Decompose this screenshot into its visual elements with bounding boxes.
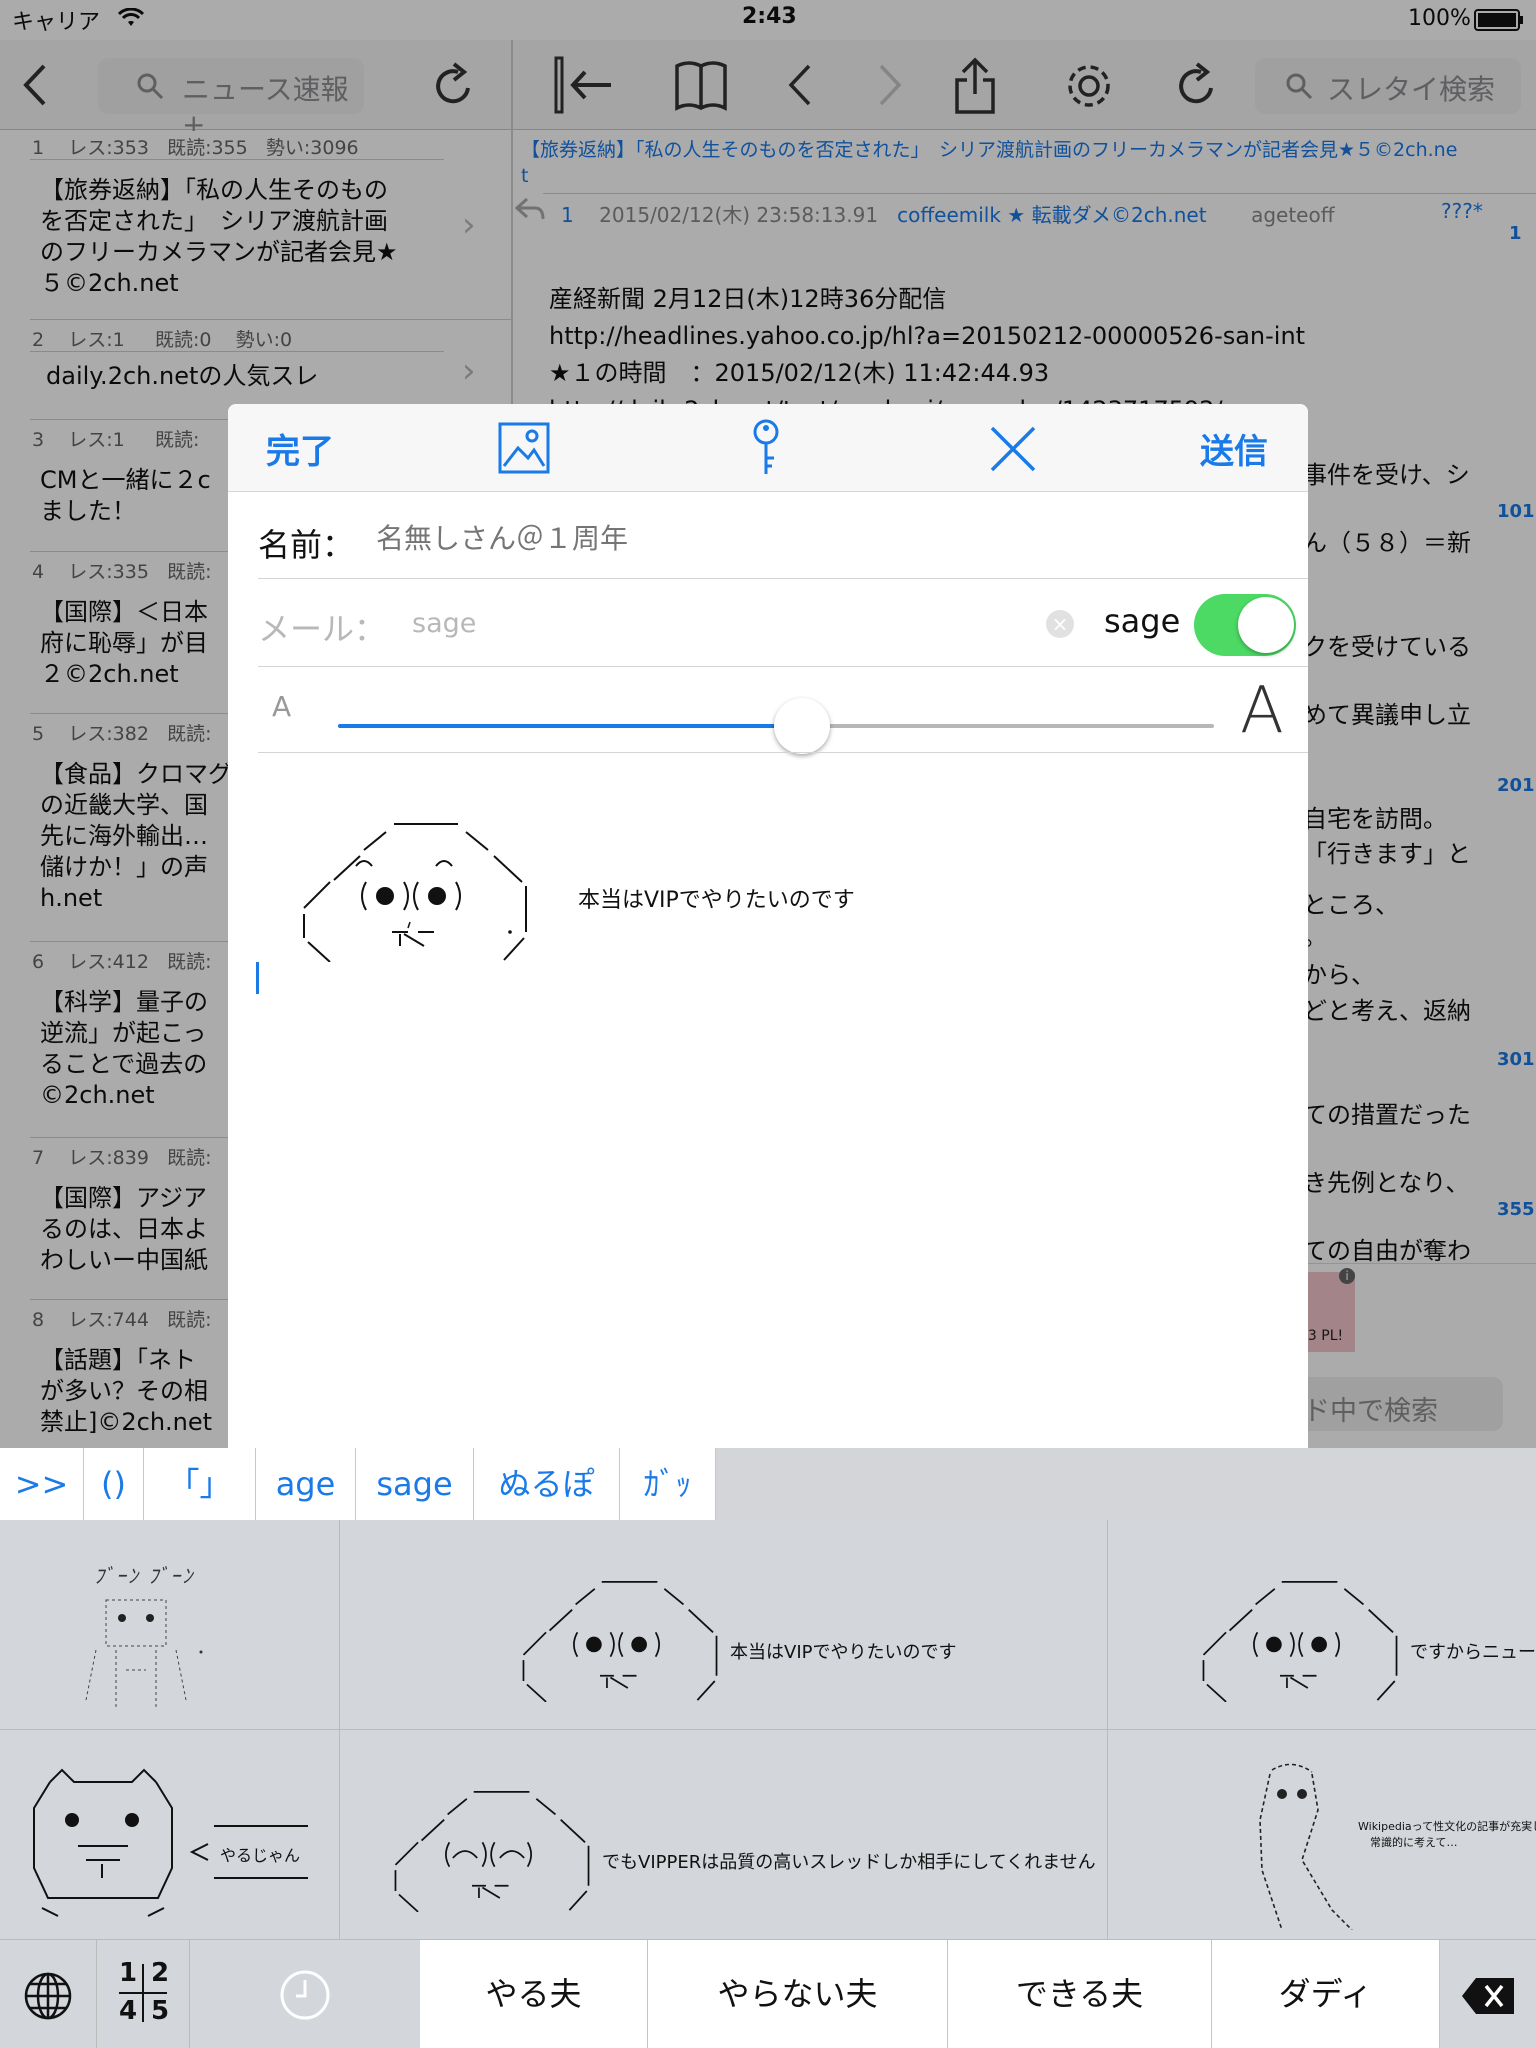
ascii-art-item[interactable]: ですからニュー [1108,1520,1536,1730]
font-size-slider[interactable] [338,698,1214,754]
done-button[interactable]: 完了 [266,424,334,473]
ascii-art-fig-text: ﾌﾞｰﾝ ﾌﾞｰﾝ [94,1564,195,1588]
message-textarea[interactable]: 本当はVIPでやりたいのです [228,754,1308,1450]
ascii-art-item[interactable]: 本当はVIPでやりたいのです [340,1520,1108,1730]
page-number: 5 [151,1996,170,2026]
ascii-art-caption: 本当はVIPでやりたいのです [578,888,855,913]
sage-label: sage [1104,602,1181,640]
clear-field-icon[interactable]: × [1046,610,1074,638]
composer-toolbar: 完了 送信 [228,404,1308,492]
ascii-art-caption: ですからニュー [1410,1642,1536,1663]
slider-thumb[interactable] [774,698,831,754]
globe-icon[interactable] [22,1970,74,2026]
ascii-art-caption: 本当はVIPでやりたいのです [730,1642,957,1663]
quick-insert-quotes[interactable]: 「」 [144,1448,256,1520]
font-size-large-icon: A [1240,674,1284,748]
image-attach-icon[interactable] [498,420,550,478]
category-tab-dekiruo[interactable]: できる夫 [948,1940,1212,2048]
quick-insert-sage[interactable]: sage [356,1448,474,1520]
text-cursor [256,962,259,994]
category-tab-yaranaio[interactable]: やらない夫 [648,1940,948,2048]
font-size-small-icon: A [272,690,292,723]
page-number: 4 [119,1996,138,2026]
page-number: 2 [151,1958,170,1988]
post-composer: 完了 送信 名前： メール： sage × sage A [228,404,1308,1450]
history-clock-icon[interactable] [278,1968,332,2026]
mail-field[interactable]: sage [412,608,476,639]
name-label: 名前： [258,526,355,564]
close-icon[interactable] [988,424,1038,478]
quick-insert-anchor[interactable]: >> [0,1448,84,1520]
ascii-art-caption: 常識的に考えて… [1370,1836,1458,1849]
category-tab-daddy[interactable]: ダディ [1212,1940,1440,2048]
ascii-art-caption: Wikipediaって性文化の記事が充実して [1358,1820,1536,1833]
category-tab-yaruo[interactable]: やる夫 [420,1940,648,2048]
page-number: 1 [119,1958,138,1988]
ascii-art-item[interactable]: Wikipediaって性文化の記事が充実して 常識的に考えて… [1108,1730,1536,1940]
ascii-art [300,822,530,966]
backspace-icon[interactable] [1460,1976,1516,2020]
send-button[interactable]: 送信 [1200,424,1268,473]
quick-insert-parens[interactable]: () [84,1448,144,1520]
ascii-art-caption: やるじゃん [220,1846,301,1865]
quick-insert-age[interactable]: age [256,1448,356,1520]
page-indicator[interactable]: 1 2 4 5 [96,1940,190,2048]
ascii-art-item[interactable]: でもVIPPERは品質の高いスレッドしか相手にしてくれません [340,1730,1108,1940]
ascii-art-caption: でもVIPPERは品質の高いスレッドしか相手にしてくれません [602,1852,1096,1873]
keyboard-bottom-bar: 1 2 4 5 やる夫 やらない夫 できる夫 ダディ [0,1940,1536,2048]
name-field[interactable] [376,508,1276,568]
ascii-art-item[interactable]: やるじゃん [0,1730,340,1940]
ascii-art-item[interactable]: ﾌﾞｰﾝ ﾌﾞｰﾝ [0,1520,340,1730]
key-icon[interactable] [750,418,782,482]
quick-insert-ga[interactable]: ｶﾞｯ [620,1448,716,1520]
quick-insert-nurupo[interactable]: ぬるぽ [474,1448,620,1520]
quick-insert-bar: >> () 「」 age sage ぬるぽ ｶﾞｯ [0,1448,1536,1520]
ascii-art-keyboard: ﾌﾞｰﾝ ﾌﾞｰﾝ 本当はVIPでやりたいのです ですからニュー やるじゃん で… [0,1520,1536,1940]
sage-toggle[interactable] [1194,594,1296,656]
mail-label: メール： [258,610,387,648]
